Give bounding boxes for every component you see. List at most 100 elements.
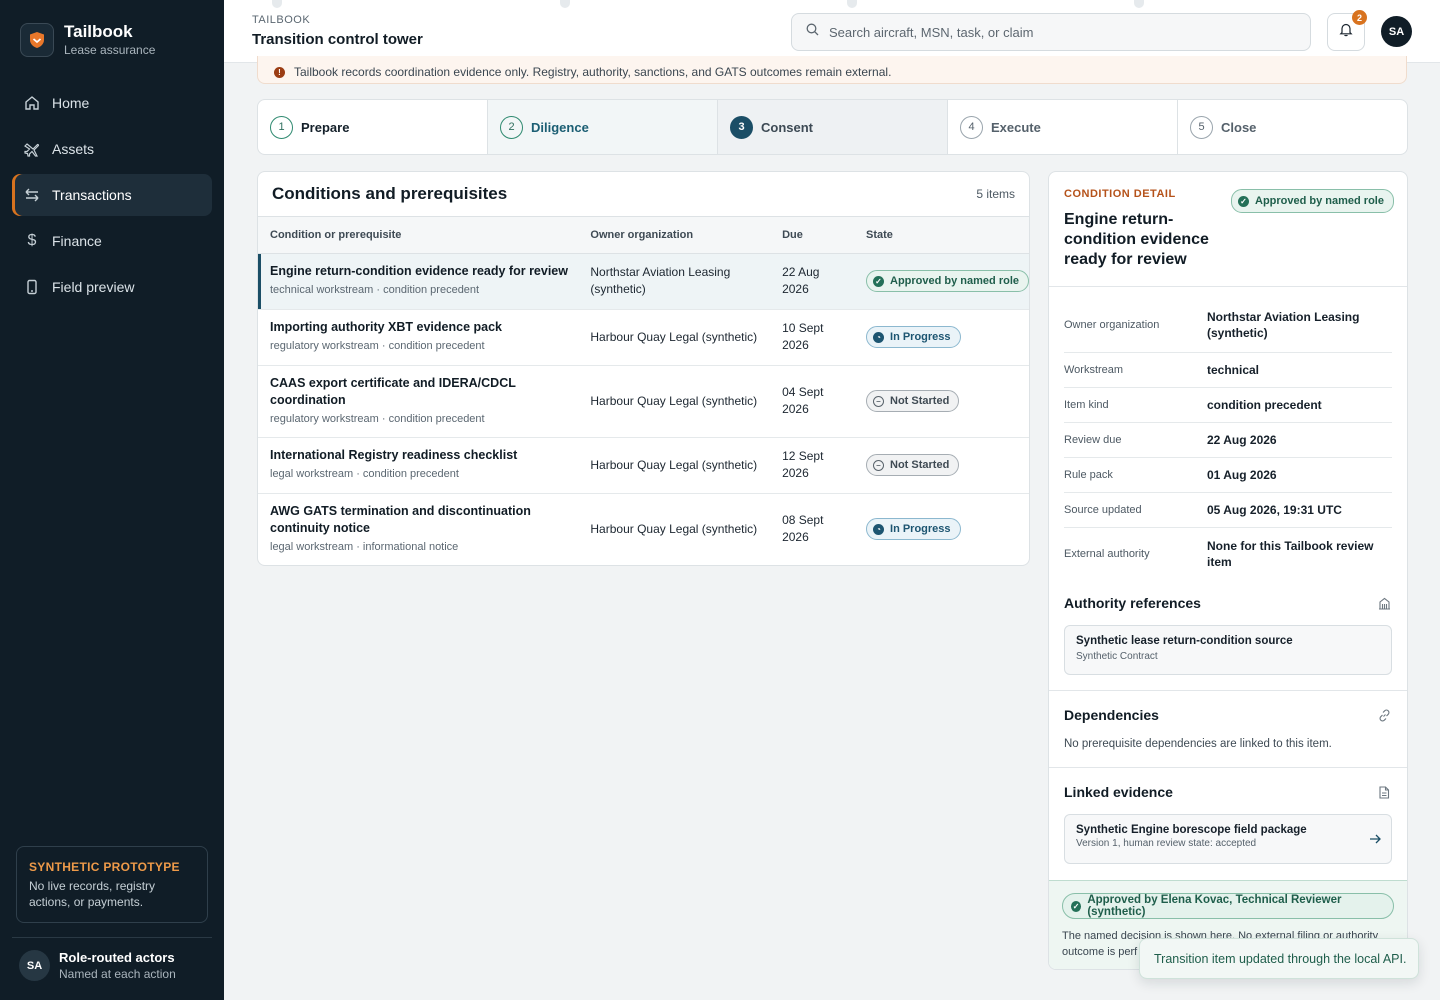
minus-circle-icon: – (873, 459, 885, 471)
actor-card[interactable]: SA Role-routed actors Named at each acti… (12, 937, 212, 981)
field-value: technical (1207, 363, 1260, 377)
divider (1049, 767, 1407, 768)
decision-badge: ✓ Approved by Elena Kovac, Technical Revi… (1062, 893, 1394, 919)
field-row: Source updated 05 Aug 2026, 19:31 UTC (1064, 493, 1392, 528)
status-label: Not Started (890, 458, 950, 471)
sidebar-item-finance[interactable]: $ Finance (12, 220, 212, 262)
conditions-title: Conditions and prerequisites (272, 184, 508, 203)
step-execute[interactable]: 4 Execute (948, 100, 1178, 154)
sidebar: Tailbook Lease assurance Home Assets Tra… (0, 0, 224, 1000)
notification-badge: 2 (1352, 10, 1367, 25)
owner-organization: Northstar Aviation Leasing (synthetic) (578, 253, 771, 310)
step-prepare[interactable]: 1 Prepare (258, 100, 488, 154)
condition-title: AWG GATS termination and discontinuation… (270, 503, 531, 535)
home-icon (24, 95, 40, 111)
sidebar-item-field-preview[interactable]: Field preview (12, 266, 212, 308)
field-label: Workstream (1064, 364, 1124, 376)
step-label: Consent (761, 119, 813, 135)
alert-icon: ! (274, 66, 285, 78)
plane-icon (24, 141, 40, 157)
reference-title: Synthetic lease return-condition source (1076, 635, 1293, 647)
sidebar-item-label: Assets (52, 141, 95, 157)
clock-icon: ◔ (873, 331, 885, 343)
ghost-dot (1134, 0, 1144, 8)
brand[interactable]: Tailbook Lease assurance (20, 22, 155, 58)
evidence-section-title: Linked evidence (1064, 784, 1173, 800)
sidebar-item-label: Field preview (52, 279, 135, 295)
sidebar-item-transactions[interactable]: Transactions (12, 174, 212, 216)
field-row: External authority None for this Tailbook… (1064, 528, 1392, 580)
conditions-table: Condition or prerequisite Owner organiza… (258, 217, 1029, 565)
top-header: TAILBOOK Transition control tower 2 SA (224, 0, 1440, 63)
step-consent[interactable]: 3 Consent (718, 100, 948, 154)
owner-organization: Harbour Quay Legal (synthetic) (578, 437, 771, 494)
link-icon (1377, 708, 1391, 722)
field-label: External authority (1064, 548, 1150, 560)
scrolled-content-shadow (272, 0, 1172, 10)
search-box[interactable] (791, 13, 1311, 51)
sidebar-item-assets[interactable]: Assets (12, 128, 212, 170)
status-label: Approved by named role (1255, 195, 1384, 207)
linked-evidence-card[interactable]: Synthetic Engine borescope field package… (1064, 814, 1392, 864)
external-outcomes-notice: ! Tailbook records coordination evidence… (257, 56, 1407, 84)
prototype-title: SYNTHETIC PROTOTYPE (29, 860, 180, 874)
table-row[interactable]: CAAS export certificate and IDERA/CDCL c… (258, 365, 1029, 438)
column-header-owner[interactable]: Owner organization (578, 217, 771, 254)
table-row[interactable]: AWG GATS termination and discontinuation… (258, 493, 1029, 565)
table-row[interactable]: International Registry readiness checkli… (258, 437, 1029, 494)
status-badge: – Not Started (866, 454, 960, 476)
due-date: 10 Sept 2026 (770, 309, 855, 366)
column-header-state[interactable]: State (854, 217, 1029, 254)
conditions-header: Conditions and prerequisites 5 items (258, 172, 1029, 217)
step-label: Execute (991, 119, 1041, 135)
main-nav: Home Assets Transactions $ Finance Field… (12, 82, 212, 312)
transition-stepper: 1 Prepare 2 Diligence 3 Consent 4 Execut… (257, 99, 1408, 155)
dependencies-empty-text: No prerequisite dependencies are linked … (1064, 738, 1332, 750)
check-icon: ✓ (873, 275, 885, 287)
status-label: Not Started (890, 394, 950, 407)
authority-reference-card[interactable]: Synthetic lease return-condition source … (1064, 625, 1392, 675)
field-value: 01 Aug 2026 (1207, 468, 1277, 482)
dollar-icon: $ (27, 232, 37, 249)
field-row: Review due 22 Aug 2026 (1064, 423, 1392, 458)
due-date: 22 Aug 2026 (770, 253, 855, 310)
minus-circle-icon: – (873, 395, 885, 407)
status-label: Approved by named role (890, 274, 1019, 287)
ghost-dot (272, 0, 282, 8)
sidebar-item-label: Transactions (52, 187, 132, 203)
status-label: In Progress (890, 522, 951, 535)
condition-title: CAAS export certificate and IDERA/CDCL c… (270, 375, 516, 407)
detail-status-badge: ✓ Approved by named role (1231, 189, 1394, 213)
ghost-dot (560, 0, 570, 8)
step-number: 1 (270, 115, 293, 139)
field-row: Workstream technical (1064, 353, 1392, 388)
sidebar-item-home[interactable]: Home (12, 82, 212, 124)
step-diligence[interactable]: 2 Diligence (488, 100, 718, 154)
evidence-subtitle: Version 1, human review state: accepted (1076, 838, 1257, 849)
table-row[interactable]: Importing authority XBT evidence pack reg… (258, 309, 1029, 366)
step-number: 2 (500, 115, 523, 139)
divider (1049, 286, 1407, 287)
step-label: Close (1221, 119, 1257, 135)
column-header-due[interactable]: Due (770, 217, 855, 254)
conditions-card: Conditions and prerequisites 5 items Con… (257, 171, 1030, 566)
table-row[interactable]: Engine return-condition evidence ready f… (258, 253, 1029, 310)
toast-notification[interactable]: Transition item updated through the loca… (1139, 938, 1419, 979)
status-label: In Progress (890, 330, 951, 343)
step-close[interactable]: 5 Close (1178, 100, 1407, 154)
column-header-item[interactable]: Condition or prerequisite (258, 217, 579, 254)
brand-tagline: Lease assurance (64, 43, 156, 57)
prototype-text: No live records, registry actions, or pa… (29, 879, 156, 909)
user-avatar[interactable]: SA (1381, 16, 1412, 47)
clock-icon: ◔ (873, 523, 885, 535)
due-date: 04 Sept 2026 (770, 365, 855, 438)
notifications-button[interactable]: 2 (1327, 10, 1367, 51)
search-icon (806, 23, 819, 41)
step-number: 4 (960, 115, 983, 139)
arrow-right-icon (1369, 832, 1381, 850)
search-input[interactable] (829, 24, 1289, 40)
field-label: Review due (1064, 434, 1122, 446)
field-value: 22 Aug 2026 (1207, 433, 1277, 447)
field-label: Owner organization (1064, 319, 1160, 331)
page-title: Transition control tower (252, 31, 423, 48)
